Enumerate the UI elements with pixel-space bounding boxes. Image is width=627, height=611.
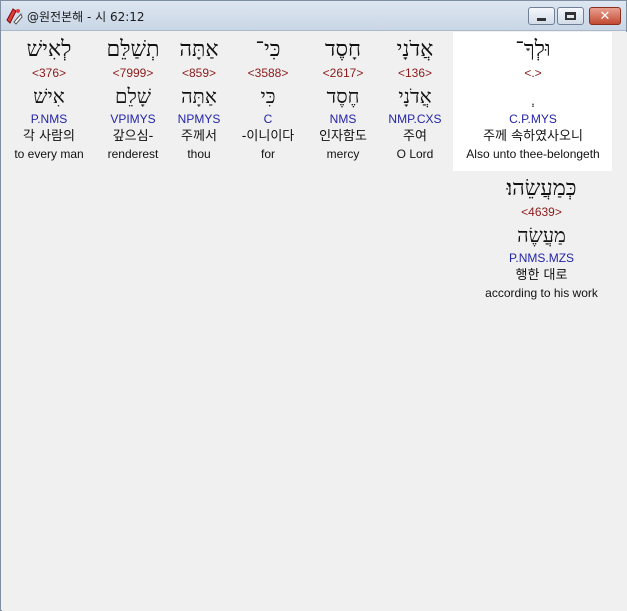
word-block[interactable]: אַתָּה <859> אַתָּה NPMYS 주께서 thou xyxy=(161,35,237,162)
morphology-code: P.NMS.MZS xyxy=(508,251,575,265)
strong-number-link[interactable]: <7999> xyxy=(95,65,171,81)
strong-number-link[interactable]: <.> xyxy=(454,65,612,81)
strong-number-link[interactable]: <4639> xyxy=(464,204,619,220)
word-block[interactable]: לְאִישׁ <376> אִישׁ P.NMS 각 사람의 to every… xyxy=(11,35,87,162)
korean-gloss: 주께 속하였사오니 xyxy=(483,129,583,144)
morphology-code: VPIMYS xyxy=(110,112,156,126)
morphology-code: NPMYS xyxy=(177,112,221,126)
english-gloss: renderest xyxy=(107,147,159,161)
word-block[interactable]: אֲדֹנָי <136> אֲדֹנָי NMP.CXS 주여 O Lord xyxy=(377,35,453,162)
hebrew-lemma: כִּי xyxy=(260,84,276,108)
hebrew-lemma: אֲדֹנָי xyxy=(398,84,432,108)
korean-gloss: -이니이다 xyxy=(241,129,295,144)
hebrew-word[interactable]: חָסֶד xyxy=(305,35,381,65)
english-gloss: thou xyxy=(187,147,211,161)
morphology-code: NMP.CXS xyxy=(388,112,442,126)
hebrew-word[interactable]: תְשַׁלֵּם xyxy=(95,35,171,65)
morphology-code: P.NMS xyxy=(30,112,68,126)
hebrew-word[interactable]: אַתָּה xyxy=(161,35,237,65)
strong-number-link[interactable]: <136> xyxy=(377,65,453,81)
hebrew-lemma: ְ xyxy=(454,81,612,111)
app-window: @원전본해 - 시 62:12 ✕ לְאִישׁ <376> אִישׁ P.… xyxy=(0,0,627,611)
korean-gloss: 인자함도 xyxy=(319,129,367,144)
title-bar[interactable]: @원전본해 - 시 62:12 ✕ xyxy=(1,1,626,31)
korean-gloss: 각 사람의 xyxy=(23,129,75,144)
word-block[interactable]: כִּי־ <3588> כִּי C -이니이다 for xyxy=(230,35,306,162)
maximize-button[interactable] xyxy=(557,7,584,25)
morphology-code: C.P.MYS xyxy=(509,112,557,126)
strong-number-link[interactable]: <376> xyxy=(11,65,87,81)
hebrew-word[interactable]: וּלְךָ־ xyxy=(454,35,612,65)
close-icon: ✕ xyxy=(599,8,611,24)
word-block[interactable]: כְּמַעֲשֵׂהוּ׃ <4639> מַעֲשֶׂה P.NMS.MZS… xyxy=(464,174,619,301)
english-gloss: Also unto thee-belongeth xyxy=(466,147,600,161)
minimize-button[interactable] xyxy=(528,7,555,25)
korean-gloss: 갚으심- xyxy=(112,129,154,144)
hebrew-lemma: אִישׁ xyxy=(33,84,65,108)
hebrew-word[interactable]: לְאִישׁ xyxy=(11,35,87,65)
hebrew-lemma: חֶסֶד xyxy=(326,84,360,108)
english-gloss: according to his work xyxy=(485,286,598,300)
english-gloss: for xyxy=(260,147,275,161)
hebrew-lemma: אַתָּה xyxy=(181,84,217,108)
korean-gloss: 주여 xyxy=(403,129,427,144)
word-block[interactable]: חָסֶד <2617> חֶסֶד NMS 인자함도 mercy xyxy=(305,35,381,162)
window-title: @원전본해 - 시 62:12 xyxy=(27,10,145,24)
word-block[interactable]: תְשַׁלֵּם <7999> שָׁלֵם VPIMYS 갚으심- rend… xyxy=(95,35,171,162)
hebrew-lemma: מַעֲשֶׂה xyxy=(517,223,566,247)
minimize-icon xyxy=(537,17,546,21)
english-gloss: O Lord xyxy=(396,147,434,161)
morphology-code: C xyxy=(263,112,273,126)
hebrew-word[interactable]: כִּי־ xyxy=(230,35,306,65)
english-gloss: to every man xyxy=(14,147,84,161)
hebrew-word[interactable]: כְּמַעֲשֵׂהוּ׃ xyxy=(464,174,619,204)
morphology-code: NMS xyxy=(329,112,357,126)
close-button[interactable]: ✕ xyxy=(589,7,621,25)
strong-number-link[interactable]: <2617> xyxy=(305,65,381,81)
korean-gloss: 주께서 xyxy=(181,129,217,144)
hebrew-lemma: שָׁלֵם xyxy=(115,84,151,108)
app-logo-icon xyxy=(4,6,24,26)
maximize-icon xyxy=(565,12,576,20)
strong-number-link[interactable]: <859> xyxy=(161,65,237,81)
interlinear-panel: לְאִישׁ <376> אִישׁ P.NMS 각 사람의 to every… xyxy=(2,32,627,611)
english-gloss: mercy xyxy=(326,147,360,161)
word-block-selected[interactable]: וּלְךָ־ <.> ְ C.P.MYS 주께 속하였사오니 Also unt… xyxy=(454,35,612,162)
korean-gloss: 행한 대로 xyxy=(515,268,568,283)
hebrew-word[interactable]: אֲדֹנָי xyxy=(377,35,453,65)
strong-number-link[interactable]: <3588> xyxy=(230,65,306,81)
